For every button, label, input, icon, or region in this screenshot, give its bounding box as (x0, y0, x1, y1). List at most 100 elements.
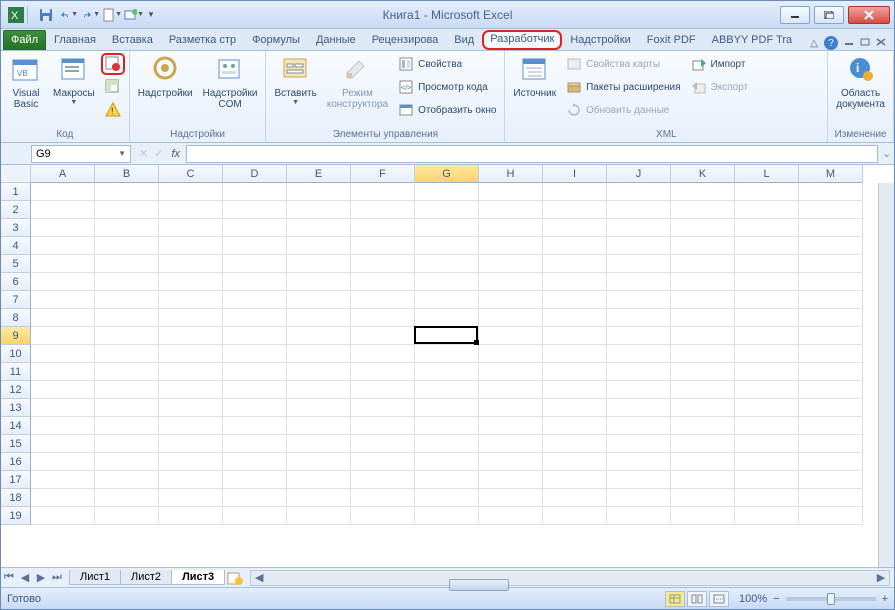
xml-import-button[interactable]: Импорт (687, 53, 753, 75)
row-header[interactable]: 17 (1, 471, 31, 489)
redo-icon[interactable]: ▼ (80, 5, 100, 25)
cell[interactable] (671, 345, 735, 363)
cell[interactable] (671, 363, 735, 381)
cell[interactable] (479, 183, 543, 201)
cell[interactable] (671, 219, 735, 237)
cell[interactable] (479, 435, 543, 453)
doc-close-icon[interactable] (876, 37, 886, 49)
cell[interactable] (287, 345, 351, 363)
sheet-nav-first-icon[interactable]: ⏮ (1, 570, 17, 586)
cell[interactable] (159, 435, 223, 453)
cell[interactable] (415, 363, 479, 381)
row-header[interactable]: 9 (1, 327, 31, 345)
cell[interactable] (543, 345, 607, 363)
cell[interactable] (95, 453, 159, 471)
cell[interactable] (671, 471, 735, 489)
cell[interactable] (799, 399, 863, 417)
cell[interactable] (223, 453, 287, 471)
cell[interactable] (351, 327, 415, 345)
cell[interactable] (415, 453, 479, 471)
cell[interactable] (799, 309, 863, 327)
cell[interactable] (287, 219, 351, 237)
tab-рецензирова[interactable]: Рецензирова (364, 30, 447, 50)
cell[interactable] (607, 183, 671, 201)
cell[interactable] (31, 201, 95, 219)
cell[interactable] (415, 417, 479, 435)
cell[interactable] (479, 309, 543, 327)
cell[interactable] (799, 273, 863, 291)
sheet-tab[interactable]: Лист1 (69, 570, 121, 585)
cell[interactable] (415, 399, 479, 417)
sheet-tab[interactable]: Лист2 (120, 570, 172, 585)
cell[interactable] (287, 255, 351, 273)
cell[interactable] (351, 273, 415, 291)
col-header[interactable]: K (671, 165, 735, 183)
col-header[interactable]: E (287, 165, 351, 183)
cell[interactable] (607, 219, 671, 237)
cell[interactable] (159, 309, 223, 327)
cell[interactable] (95, 381, 159, 399)
vertical-scrollbar[interactable] (878, 183, 894, 567)
properties-button[interactable]: Свойства (394, 53, 500, 75)
cell[interactable] (799, 219, 863, 237)
cell[interactable] (31, 273, 95, 291)
cell[interactable] (479, 327, 543, 345)
cell[interactable] (31, 363, 95, 381)
row-header[interactable]: 1 (1, 183, 31, 201)
cell[interactable] (159, 345, 223, 363)
col-header[interactable]: A (31, 165, 95, 183)
cell[interactable] (287, 309, 351, 327)
cell[interactable] (31, 417, 95, 435)
cell[interactable] (159, 201, 223, 219)
row-header[interactable]: 3 (1, 219, 31, 237)
cell[interactable] (287, 363, 351, 381)
addins-button[interactable]: Надстройки (134, 53, 197, 101)
cell[interactable] (479, 219, 543, 237)
cell[interactable] (479, 363, 543, 381)
cell[interactable] (671, 399, 735, 417)
cell[interactable] (735, 219, 799, 237)
cell[interactable] (351, 435, 415, 453)
cell[interactable] (223, 219, 287, 237)
cell[interactable] (31, 381, 95, 399)
cell[interactable] (735, 381, 799, 399)
cell[interactable] (543, 237, 607, 255)
cell[interactable] (287, 291, 351, 309)
cell[interactable] (351, 363, 415, 381)
row-header[interactable]: 10 (1, 345, 31, 363)
cell[interactable] (735, 471, 799, 489)
cell[interactable] (607, 309, 671, 327)
cell[interactable] (735, 507, 799, 525)
cell[interactable] (415, 309, 479, 327)
cell[interactable] (479, 381, 543, 399)
tab-вид[interactable]: Вид (446, 30, 482, 50)
cell[interactable] (479, 345, 543, 363)
undo-icon[interactable]: ▼ (58, 5, 78, 25)
cell[interactable] (607, 399, 671, 417)
new-sheet-button[interactable] (224, 570, 246, 586)
cell[interactable] (95, 417, 159, 435)
cell[interactable] (95, 327, 159, 345)
cell[interactable] (671, 237, 735, 255)
cell[interactable] (287, 273, 351, 291)
cell[interactable] (607, 291, 671, 309)
cell[interactable] (351, 507, 415, 525)
cell[interactable] (735, 183, 799, 201)
cell[interactable] (735, 309, 799, 327)
cell[interactable] (159, 453, 223, 471)
tab-формулы[interactable]: Формулы (244, 30, 308, 50)
cell[interactable] (735, 237, 799, 255)
tab-данные[interactable]: Данные (308, 30, 364, 50)
cell[interactable] (671, 435, 735, 453)
insert-control-button[interactable]: Вставить ▼ (270, 53, 320, 108)
cell[interactable] (543, 327, 607, 345)
doc-area-button[interactable]: i Область документа (832, 53, 889, 112)
cell[interactable] (223, 417, 287, 435)
cell[interactable] (479, 201, 543, 219)
cell[interactable] (159, 381, 223, 399)
cell[interactable] (543, 291, 607, 309)
cell[interactable] (95, 345, 159, 363)
cell[interactable] (31, 489, 95, 507)
col-header[interactable]: F (351, 165, 415, 183)
cell[interactable] (159, 237, 223, 255)
